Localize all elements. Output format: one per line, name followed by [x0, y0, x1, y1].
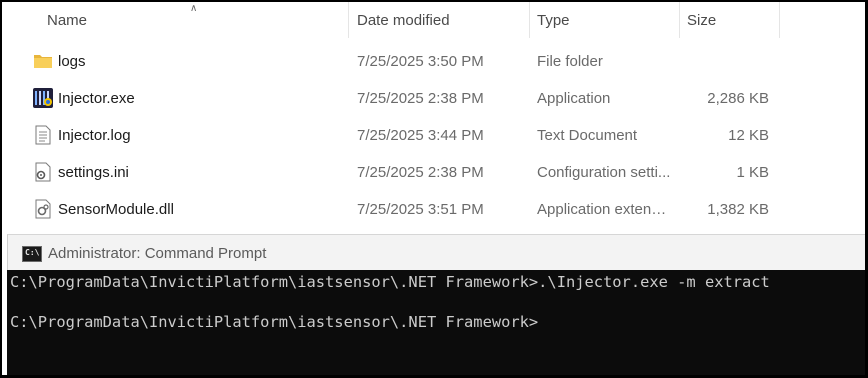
dll-file-icon	[35, 199, 51, 219]
column-header-row: ∧ Name Date modified Type Size	[2, 2, 865, 38]
file-date-modified: 7/25/2025 3:51 PM	[357, 201, 484, 218]
file-type: Application extens...	[537, 201, 671, 218]
screenshot-frame: ∧ Name Date modified Type Size logs 7/25…	[2, 2, 865, 375]
console-prompt-line[interactable]: C:\ProgramData\InvictiPlatform\iastsenso…	[10, 313, 538, 331]
file-row-injector-exe[interactable]: Injector.exe 7/25/2025 2:38 PM Applicati…	[2, 80, 865, 117]
file-name: Injector.exe	[58, 90, 135, 107]
file-size: 1 KB	[736, 164, 769, 181]
file-size: 12 KB	[728, 127, 769, 144]
file-type: Application	[537, 90, 611, 107]
column-header-size[interactable]: Size	[687, 2, 716, 38]
console-output[interactable]: C:\ProgramData\InvictiPlatform\iastsenso…	[7, 270, 865, 375]
file-row-sensormodule-dll[interactable]: SensorModule.dll 7/25/2025 3:51 PM Appli…	[2, 191, 865, 228]
column-divider[interactable]	[679, 2, 680, 38]
file-row-settings-ini[interactable]: settings.ini 7/25/2025 2:38 PM Configura…	[2, 154, 865, 191]
file-name: Injector.log	[58, 127, 131, 144]
file-name: logs	[58, 53, 86, 70]
command-prompt-icon: C:\	[22, 246, 42, 262]
application-icon	[33, 88, 53, 108]
column-header-name[interactable]: Name	[47, 2, 87, 38]
file-name: settings.ini	[58, 164, 129, 181]
file-date-modified: 7/25/2025 3:44 PM	[357, 127, 484, 144]
file-explorer: ∧ Name Date modified Type Size logs 7/25…	[2, 2, 865, 234]
file-row-injector-log[interactable]: Injector.log 7/25/2025 3:44 PM Text Docu…	[2, 117, 865, 154]
file-type: Configuration setti...	[537, 164, 671, 181]
file-size: 2,286 KB	[707, 90, 769, 107]
file-name: SensorModule.dll	[58, 201, 174, 218]
file-size: 1,382 KB	[707, 201, 769, 218]
column-divider[interactable]	[779, 2, 780, 38]
file-type: Text Document	[537, 127, 638, 144]
column-divider[interactable]	[529, 2, 530, 38]
column-header-date-modified[interactable]: Date modified	[357, 2, 450, 38]
file-row-logs[interactable]: logs 7/25/2025 3:50 PM File folder	[2, 43, 865, 80]
file-date-modified: 7/25/2025 2:38 PM	[357, 90, 484, 107]
file-date-modified: 7/25/2025 2:38 PM	[357, 164, 484, 181]
window-title: Administrator: Command Prompt	[48, 245, 267, 262]
console-line: C:\ProgramData\InvictiPlatform\iastsenso…	[10, 273, 770, 291]
folder-icon	[34, 55, 52, 68]
command-prompt-window[interactable]: C:\ Administrator: Command Prompt C:\Pro…	[7, 234, 865, 375]
file-date-modified: 7/25/2025 3:50 PM	[357, 53, 484, 70]
text-document-icon	[35, 125, 51, 145]
command-prompt-title-bar[interactable]: C:\ Administrator: Command Prompt	[7, 234, 865, 270]
command-prompt-icon-text: C:\	[25, 248, 40, 257]
sort-ascending-icon: ∧	[190, 3, 198, 14]
column-header-type[interactable]: Type	[537, 2, 570, 38]
file-type: File folder	[537, 53, 603, 70]
column-divider[interactable]	[348, 2, 349, 38]
config-file-icon	[35, 162, 51, 182]
